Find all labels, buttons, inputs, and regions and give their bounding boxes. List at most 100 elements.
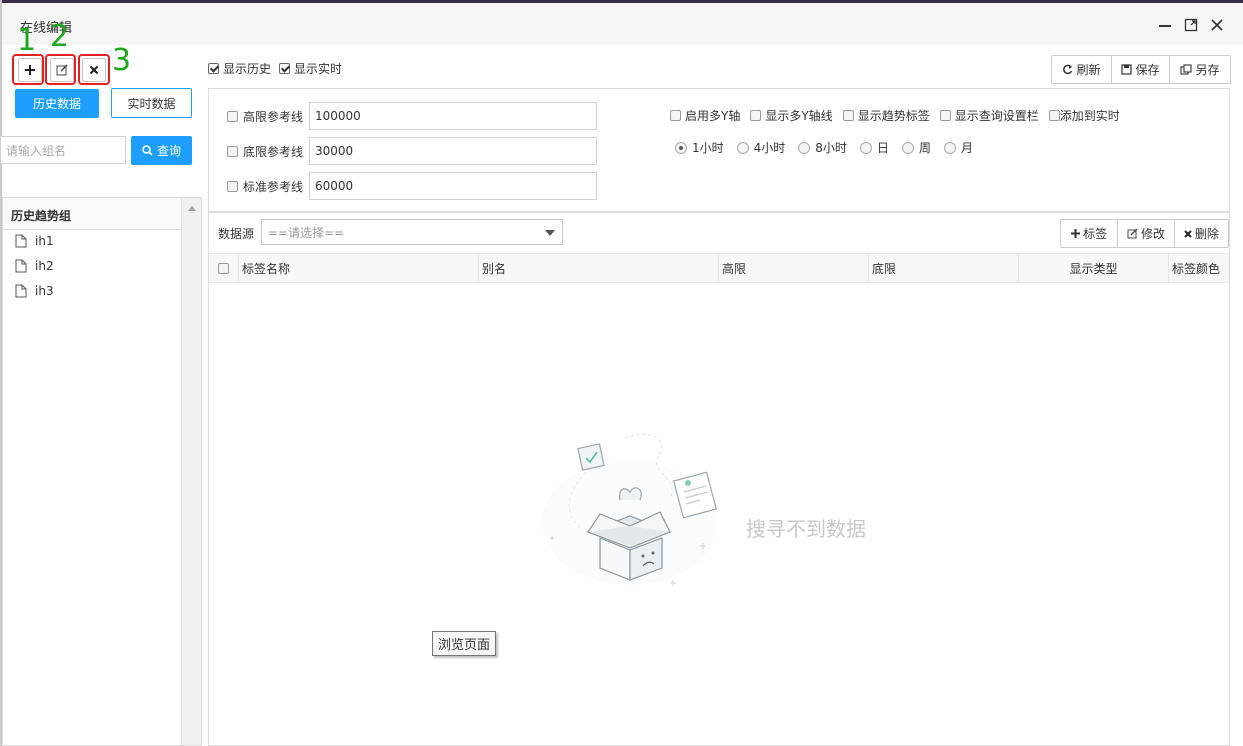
search-icon xyxy=(142,145,153,156)
show-realtime-checkbox[interactable] xyxy=(279,63,291,74)
maximize-icon xyxy=(1184,18,1198,32)
file-icon xyxy=(15,259,27,273)
std-ref-checkbox[interactable] xyxy=(227,181,238,192)
group-search-input[interactable]: 请输入组名 xyxy=(0,136,126,164)
chart-settings-panel: 高限参考线 100000 底限参考线 30000 标准参考线 60000 启用多… xyxy=(208,88,1230,212)
multi-y-label: 启用多Y轴 xyxy=(685,109,741,123)
low-ref-option[interactable]: 底限参考线 xyxy=(227,143,303,160)
high-ref-input[interactable]: 100000 xyxy=(309,102,597,130)
high-ref-label: 高限参考线 xyxy=(243,110,304,124)
range-label: 月 xyxy=(960,141,973,155)
low-ref-checkbox[interactable] xyxy=(227,146,238,157)
select-all-cell xyxy=(209,254,239,282)
annotation-box-2 xyxy=(45,54,76,85)
history-group-tree: 历史趋势组 ih1 ih2 ih3 xyxy=(2,197,202,746)
group-search-placeholder: 请输入组名 xyxy=(6,143,67,158)
tree-header: 历史趋势组 xyxy=(3,198,181,230)
delete-icon xyxy=(1184,229,1192,238)
high-ref-option[interactable]: 高限参考线 xyxy=(227,108,303,125)
annotation-number-3: 3 xyxy=(112,43,132,78)
file-icon xyxy=(15,284,27,298)
column-header-tag-name[interactable]: 标签名称 xyxy=(239,254,479,282)
std-ref-input[interactable]: 60000 xyxy=(309,172,597,200)
add-realtime-label: 添加到实时 xyxy=(1059,109,1120,123)
range-radio[interactable] xyxy=(798,141,811,154)
scroll-up-arrow-icon xyxy=(188,206,196,211)
save-label: 保存 xyxy=(1135,63,1160,77)
add-tag-button[interactable]: 标签 xyxy=(1061,220,1119,247)
std-ref-label: 标准参考线 xyxy=(243,180,304,194)
save-as-button[interactable]: 另存 xyxy=(1170,56,1230,83)
refresh-button[interactable]: 刷新 xyxy=(1052,56,1112,83)
show-history-option[interactable]: 显示历史 显示实时 xyxy=(208,60,342,77)
tree-item-label: ih2 xyxy=(35,259,54,273)
file-icon xyxy=(15,234,27,248)
show-multi-y-label: 显示多Y轴线 xyxy=(765,109,833,123)
search-button[interactable]: 查询 xyxy=(131,136,192,165)
time-range-options: 1小时 4小时 8小时 日 周 月 xyxy=(675,139,973,156)
tree-item-label: ih3 xyxy=(35,284,54,298)
range-radio[interactable] xyxy=(943,141,956,154)
tree-item[interactable]: ih2 xyxy=(15,259,54,273)
trend-label-checkbox[interactable] xyxy=(842,110,854,121)
range-radio[interactable] xyxy=(859,141,872,154)
column-header-tag-color[interactable]: 标签颜色 xyxy=(1169,254,1229,282)
tag-button-group: 标签 修改 删除 xyxy=(1060,219,1229,248)
show-realtime-label: 显示实时 xyxy=(294,62,343,76)
empty-state-text: 搜寻不到数据 xyxy=(746,517,866,541)
save-button[interactable]: 保存 xyxy=(1112,56,1170,83)
delete-tag-label: 删除 xyxy=(1194,227,1219,241)
annotation-number-1: 1 xyxy=(17,23,37,58)
trend-label-label: 显示趋势标签 xyxy=(857,109,930,123)
annotation-box-3 xyxy=(78,54,110,85)
add-tag-label: 标签 xyxy=(1083,227,1108,241)
column-header-display-type[interactable]: 显示类型 xyxy=(1019,254,1169,282)
close-icon xyxy=(1211,19,1223,31)
show-history-checkbox[interactable] xyxy=(208,63,219,74)
delete-tag-button[interactable]: 删除 xyxy=(1175,220,1228,247)
history-data-button[interactable]: 历史数据 xyxy=(15,89,99,118)
data-source-select[interactable]: ==请选择== xyxy=(261,219,563,245)
high-ref-checkbox[interactable] xyxy=(227,111,238,122)
search-button-label: 查询 xyxy=(156,144,181,158)
maximize-button[interactable] xyxy=(1180,14,1202,36)
tree-item-label: ih1 xyxy=(35,234,54,248)
tree-item[interactable]: ih3 xyxy=(15,284,54,298)
tree-item[interactable]: ih1 xyxy=(15,234,54,248)
column-header-low-limit[interactable]: 底限 xyxy=(869,254,1019,282)
close-window-button[interactable] xyxy=(1206,14,1228,36)
low-ref-input[interactable]: 30000 xyxy=(309,137,597,165)
multi-y-checkbox[interactable] xyxy=(670,110,681,121)
add-realtime-checkbox[interactable] xyxy=(1048,110,1060,121)
column-header-alias[interactable]: 别名 xyxy=(479,254,719,282)
plus-icon xyxy=(1071,229,1081,238)
data-source-label: 数据源 xyxy=(218,227,255,241)
minimize-icon xyxy=(1159,25,1171,27)
minimize-button[interactable] xyxy=(1154,14,1176,36)
show-history-label: 显示历史 xyxy=(223,62,272,76)
action-button-group: 刷新 保存 另存 xyxy=(1051,55,1231,84)
range-label: 1小时 xyxy=(692,141,724,155)
show-multi-y-checkbox[interactable] xyxy=(750,110,762,121)
edit-tag-button[interactable]: 修改 xyxy=(1118,220,1175,247)
realtime-data-button[interactable]: 实时数据 xyxy=(111,88,192,118)
save-icon xyxy=(1121,64,1133,75)
annotation-number-2: 2 xyxy=(50,19,70,54)
range-radio[interactable] xyxy=(736,141,749,154)
empty-box-illustration xyxy=(542,433,718,586)
save-as-label: 另存 xyxy=(1195,63,1220,77)
tree-scrollbar[interactable] xyxy=(181,198,201,745)
edit-icon xyxy=(1127,228,1138,239)
edit-tag-label: 修改 xyxy=(1140,227,1165,241)
query-bar-checkbox[interactable] xyxy=(939,110,951,121)
std-ref-option[interactable]: 标准参考线 xyxy=(227,178,303,195)
query-bar-label: 显示查询设置栏 xyxy=(954,109,1039,123)
select-all-checkbox[interactable] xyxy=(218,262,229,274)
low-ref-label: 底限参考线 xyxy=(243,145,304,159)
range-label: 周 xyxy=(918,141,931,155)
column-header-high-limit[interactable]: 高限 xyxy=(719,254,869,282)
range-radio[interactable] xyxy=(901,141,914,154)
range-radio[interactable] xyxy=(675,141,687,154)
display-options: 启用多Y轴 显示多Y轴线 显示趋势标签 显示查询设置栏 添加到实时 xyxy=(670,107,1120,124)
title-bar: 在线编辑 xyxy=(2,3,1243,45)
